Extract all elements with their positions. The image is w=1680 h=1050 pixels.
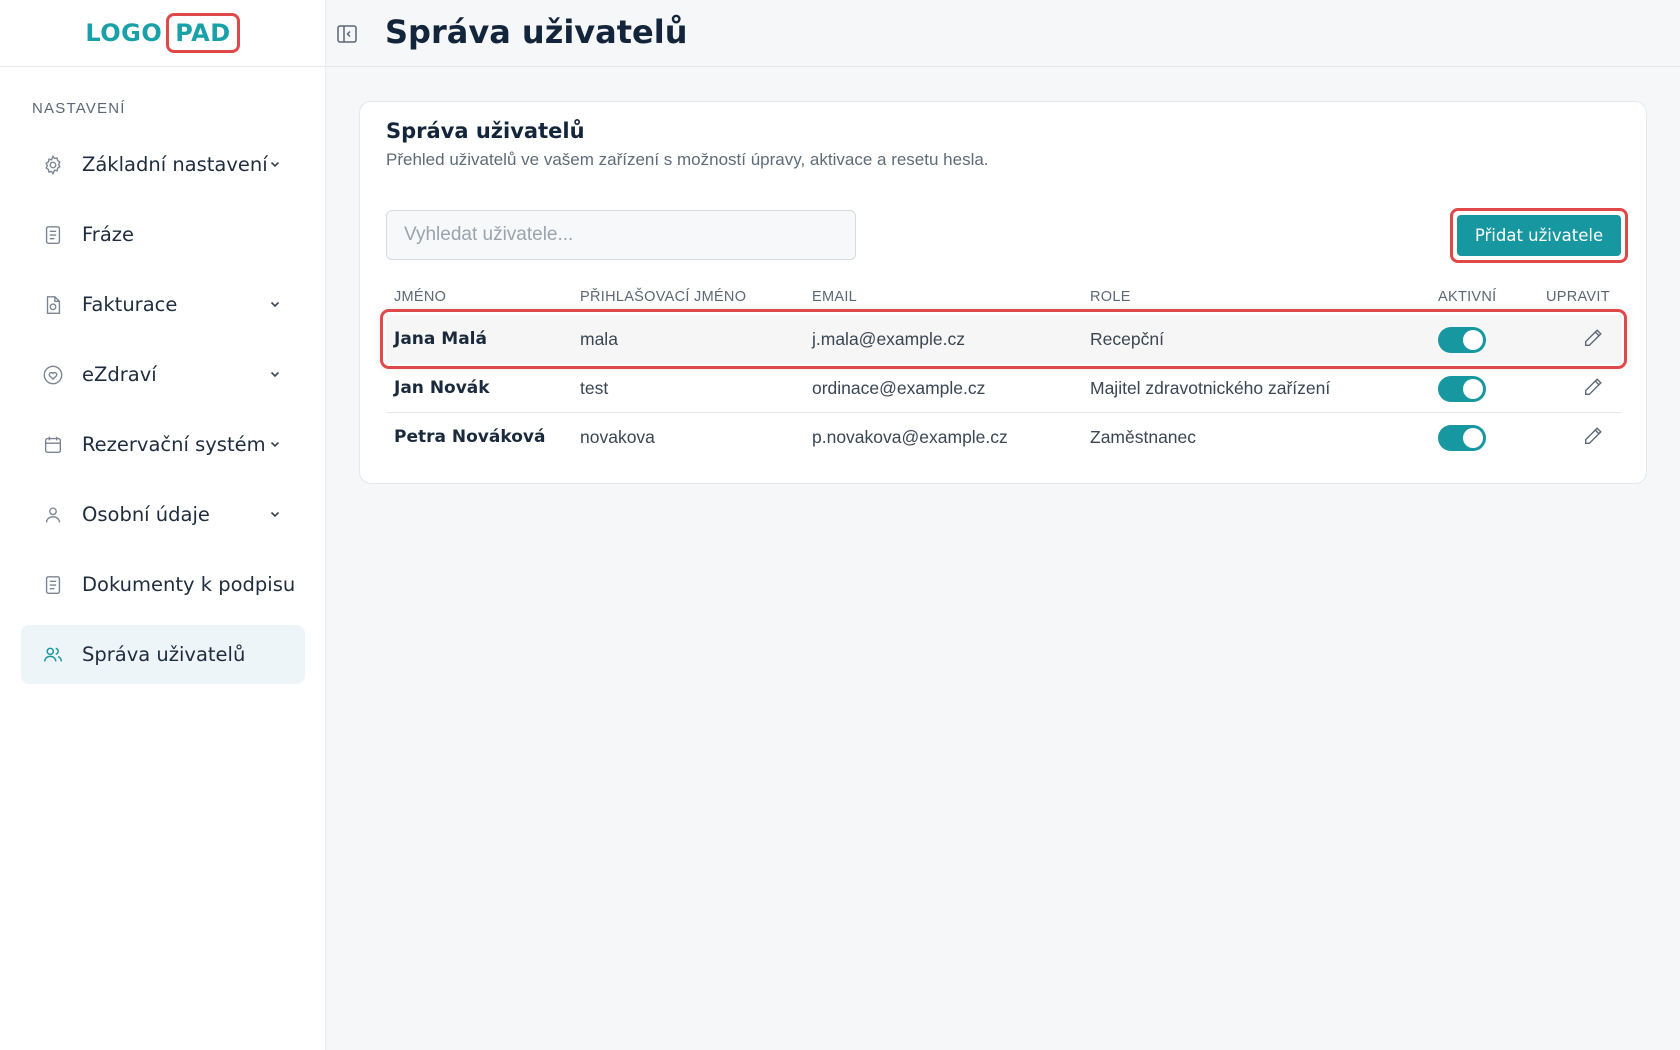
toggle-knob [1463,379,1483,399]
column-header-login: PŘIHLAŠOVACÍ JMÉNO [580,289,747,305]
user-email: ordinace@example.cz [812,378,986,398]
column-header-name: JMÉNO [394,289,447,305]
sidebar-item-label: Dokumenty k podpisu [82,573,296,596]
user-name: Petra Nováková [394,427,546,447]
card-subtitle: Přehled uživatelů ve vašem zařízení s mo… [386,150,989,169]
table-row[interactable]: Jan Novák test ordinace@example.cz Majit… [386,364,1622,413]
sidebar-item-dokumenty-k-podpisu[interactable]: Dokumenty k podpisu [21,555,305,614]
sidebar-item-osobni-udaje[interactable]: Osobní údaje [21,485,305,544]
table-row[interactable]: Petra Nováková novakova p.novakova@examp… [386,413,1622,462]
add-user-button[interactable]: Přidat uživatele [1457,215,1621,256]
sidebar-item-label: Správa uživatelů [82,643,246,666]
user-login: novakova [580,427,655,447]
sidebar-section-title: NASTAVENÍ [32,100,126,117]
logo[interactable]: LOGO PAD [85,13,240,53]
user-name: Jana Malá [394,329,487,349]
edit-pencil-icon[interactable] [1582,425,1604,447]
edit-pencil-icon[interactable] [1582,376,1604,398]
toggle-knob [1463,330,1483,350]
column-header-active: AKTIVNÍ [1438,289,1497,305]
toggle-knob [1463,428,1483,448]
document-icon [42,574,64,596]
table-row[interactable]: Jana Malá mala j.mala@example.cz Recepčn… [386,315,1622,364]
page-title: Správa uživatelů [385,13,688,51]
sidebar-item-ezdravi[interactable]: eZdraví [21,345,305,404]
user-login: test [580,378,609,398]
sidebar-nav: Základní nastavení Fráze Fakturace eZdra… [21,135,305,695]
sidebar-item-sprava-uzivatelu[interactable]: Správa uživatelů [21,625,305,684]
logo-text-right: PAD [166,13,240,53]
user-login: mala [580,329,618,349]
document-icon [42,224,64,246]
sidebar: LOGO PAD NASTAVENÍ Základní nastavení Fr… [0,0,326,1050]
sidebar-item-label: eZdraví [82,363,157,386]
sidebar-item-label: Osobní údaje [82,503,210,526]
sidebar-item-fraze[interactable]: Fráze [21,205,305,264]
column-header-role: ROLE [1090,289,1131,305]
user-role: Recepční [1090,329,1164,349]
heart-icon [42,364,64,386]
sidebar-item-label: Fakturace [82,293,178,316]
logo-text-left: LOGO [85,19,163,47]
logo-area: LOGO PAD [0,0,325,67]
chevron-down-icon [270,441,280,448]
user-role: Zaměstnanec [1090,427,1197,447]
column-header-edit: UPRAVIT [1546,289,1610,305]
chevron-down-icon [270,301,280,308]
chevron-down-icon [270,371,280,378]
calendar-icon [42,434,64,456]
users-icon [42,644,64,666]
active-toggle[interactable] [1438,376,1486,402]
sidebar-item-label: Základní nastavení [82,153,268,176]
collapse-sidebar-icon[interactable] [335,22,359,46]
chevron-down-icon [270,511,280,518]
column-header-email: EMAIL [812,289,858,305]
active-toggle[interactable] [1438,327,1486,353]
edit-pencil-icon[interactable] [1582,327,1604,349]
sidebar-item-rezervacni-system[interactable]: Rezervační systém [21,415,305,474]
page-header: Správa uživatelů [326,0,1680,67]
chevron-down-icon [270,161,280,168]
user-email: p.novakova@example.cz [812,427,1008,447]
users-card: Správa uživatelů Přehled uživatelů ve va… [359,101,1647,484]
gear-icon [42,154,64,176]
invoice-icon [42,294,64,316]
sidebar-item-label: Rezervační systém [82,433,266,456]
sidebar-item-fakturace[interactable]: Fakturace [21,275,305,334]
user-icon [42,504,64,526]
table-header: JMÉNO PŘIHLAŠOVACÍ JMÉNO EMAIL ROLE AKTI… [360,285,1646,309]
user-name: Jan Novák [394,378,490,398]
active-toggle[interactable] [1438,425,1486,451]
sidebar-item-label: Fráze [82,223,134,246]
user-email: j.mala@example.cz [812,329,965,349]
card-title: Správa uživatelů [386,119,585,143]
user-role: Majitel zdravotnického zařízení [1090,378,1331,398]
search-input[interactable] [386,210,856,260]
sidebar-item-zakladni-nastaveni[interactable]: Základní nastavení [21,135,305,194]
